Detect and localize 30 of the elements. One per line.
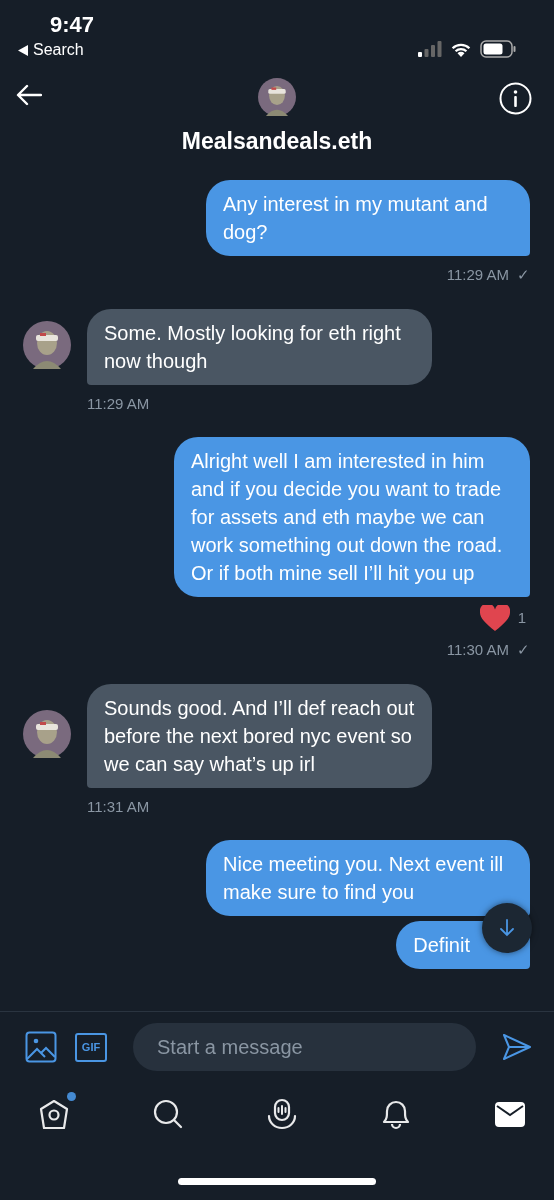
message-bubble: Sounds good. And I’ll def reach out before the next bored nyc event so we can say what’s up irl [87, 683, 432, 788]
status-time: 9:47 [50, 12, 95, 38]
message-time: 11:31 AM [87, 796, 150, 817]
back-triangle-icon [18, 44, 28, 56]
avatar [258, 78, 296, 116]
read-mark: ✓ [517, 640, 530, 660]
message-time: 11:29 AM [446, 265, 509, 285]
back-button[interactable] [16, 82, 42, 106]
signal-icon [418, 41, 442, 57]
gif-button[interactable]: GIF [75, 1032, 107, 1062]
heart-icon [479, 605, 510, 631]
message-field[interactable]: Start a message [133, 1023, 476, 1071]
message-bubble: Alright well I am interested in him and if you decide you want to trade for assets and eth maybe we can work something out down the road. Or if both mine sell I’ll hit you up [174, 437, 530, 597]
avatar [23, 320, 71, 369]
battery-icon [480, 40, 516, 58]
message-bubble: Some. Mostly looking for eth right now though [87, 308, 432, 385]
info-icon[interactable] [499, 82, 532, 115]
read-mark: ✓ [517, 265, 530, 285]
send-icon[interactable] [502, 1033, 532, 1061]
wifi-icon [450, 41, 472, 57]
message-time: 11:29 AM [87, 393, 150, 414]
avatar [23, 709, 71, 758]
contact-name: Mealsandeals.eth [181, 127, 373, 156]
back-link[interactable]: Search [18, 38, 95, 62]
arrow-down-icon [499, 919, 515, 937]
message-bubble: Nice meeting you. Next event ill make sure to find you [206, 840, 530, 916]
message-time: 11:30 AM [446, 640, 509, 660]
image-icon[interactable] [25, 1031, 57, 1063]
reaction-count: 1 [517, 607, 526, 628]
message-bubble: Any interest in my mutant and dog? [206, 180, 530, 256]
